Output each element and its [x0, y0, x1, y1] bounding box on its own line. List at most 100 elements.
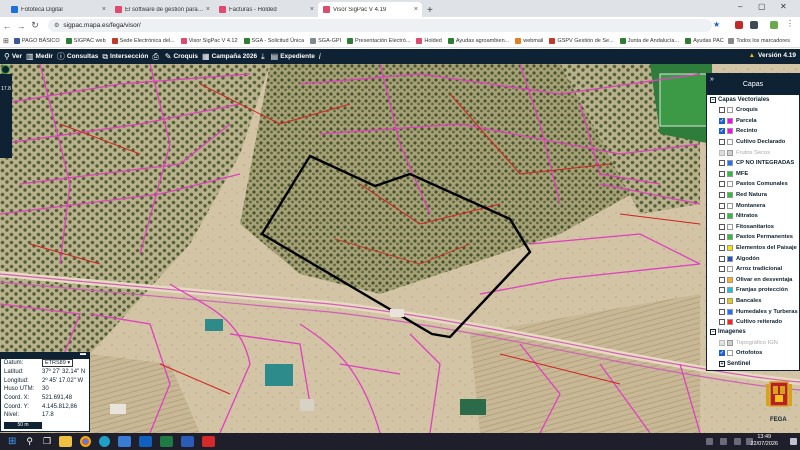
apps-grid-icon[interactable]: ⊞: [3, 37, 9, 45]
minimize-icon[interactable]: –: [738, 2, 742, 11]
sentinel-group[interactable]: + Sentinel: [707, 359, 799, 369]
toolbar-croquis-button[interactable]: ✎ Croquis: [165, 52, 198, 61]
taskbar-clock[interactable]: 13:49 22/07/2026: [750, 434, 778, 448]
layer-item[interactable]: CP NO INTEGRADAS: [707, 158, 799, 169]
close-tab-icon[interactable]: ×: [206, 6, 210, 13]
close-tab-icon[interactable]: ×: [310, 6, 314, 13]
layer-checkbox[interactable]: [719, 149, 725, 156]
bookmark-item[interactable]: Presentación Electró...: [347, 37, 410, 44]
network-icon[interactable]: [720, 438, 727, 445]
toolbar-help-button[interactable]: i: [319, 52, 323, 61]
layer-checkbox[interactable]: [719, 255, 725, 262]
layer-checkbox[interactable]: [719, 223, 725, 230]
layer-item[interactable]: Cultivo Declarado: [707, 137, 799, 148]
bookmark-item[interactable]: webmail: [515, 37, 543, 44]
layer-item[interactable]: Elementos del Paisaje: [707, 243, 799, 254]
datum-select[interactable]: ETRS89 ▾: [42, 359, 74, 368]
toolbar-medir-button[interactable]: ▥ Medir: [26, 52, 53, 61]
layer-checkbox[interactable]: ✓: [719, 350, 725, 357]
layer-item[interactable]: Fitosanitarios: [707, 222, 799, 233]
tab-fototeca[interactable]: Fototeca Digital ×: [6, 2, 110, 17]
layer-item[interactable]: ✓ Ortofotos: [707, 348, 799, 359]
bookmark-item[interactable]: SGA-GPI: [310, 37, 341, 44]
layer-checkbox[interactable]: ✓: [719, 128, 725, 135]
back-icon[interactable]: ←: [0, 21, 14, 31]
orthophoto-map[interactable]: [0, 64, 800, 433]
bookmark-item[interactable]: Junta de Andalucía...: [619, 37, 679, 44]
layer-item[interactable]: Pastos Permanentes: [707, 232, 799, 243]
file-explorer-icon[interactable]: [59, 436, 73, 447]
toolbar-consultas-button[interactable]: ⓘ Consultas: [57, 51, 98, 62]
word-icon[interactable]: [181, 436, 195, 447]
tab-visor-sigpac[interactable]: Visor SigPac V 4.19 ×: [318, 2, 422, 17]
maximize-icon[interactable]: ▢: [758, 2, 766, 11]
bookmark-star-icon[interactable]: ★: [713, 20, 720, 29]
task-view-icon[interactable]: ❐: [43, 436, 51, 447]
layer-item[interactable]: ✓ Topográfico IGN: [707, 337, 799, 348]
layer-checkbox[interactable]: [719, 245, 725, 252]
tab-software-gestion[interactable]: El software de gestión para py... ×: [110, 2, 214, 17]
close-window-icon[interactable]: ✕: [780, 2, 787, 11]
volume-icon[interactable]: [734, 438, 741, 445]
bookmark-item[interactable]: Ayudas PAC: [685, 37, 724, 44]
layer-checkbox[interactable]: [719, 266, 725, 273]
layer-item[interactable]: Franjas protección: [707, 285, 799, 296]
outlook-icon[interactable]: [139, 436, 153, 447]
toolbar-ver-button[interactable]: ⚲ Ver: [4, 52, 22, 61]
layer-checkbox[interactable]: [719, 287, 725, 294]
layer-item[interactable]: Olivar en desventaja: [707, 275, 799, 286]
map-viewport[interactable]: [0, 64, 800, 433]
extensions-puzzle-icon[interactable]: [770, 21, 778, 29]
layer-item[interactable]: Cultivo reiterado: [707, 317, 799, 328]
close-tab-icon[interactable]: ×: [414, 6, 418, 13]
extension-icon[interactable]: [750, 21, 758, 29]
bookmark-item[interactable]: Sede Electrónica del...: [111, 37, 175, 44]
layer-checkbox[interactable]: [719, 192, 725, 199]
chrome-icon[interactable]: [80, 436, 92, 447]
layer-item[interactable]: Algodón: [707, 253, 799, 264]
edge-icon[interactable]: [99, 436, 111, 447]
collapse-panel-icon[interactable]: »: [710, 69, 714, 91]
bookmark-item[interactable]: Ayudas agroambien...: [447, 37, 509, 44]
layer-item[interactable]: ✓ Parcela: [707, 116, 799, 127]
layer-item[interactable]: Pastos Comunales: [707, 179, 799, 190]
windows-start-icon[interactable]: ⊞: [8, 436, 16, 447]
layer-checkbox[interactable]: ✓: [719, 339, 725, 346]
tray-chevron-icon[interactable]: [706, 438, 713, 445]
store-icon[interactable]: [118, 436, 132, 447]
new-tab-button[interactable]: +: [422, 5, 438, 17]
url-input[interactable]: ⚙ sigpac.mapa.es/fega/visor/: [48, 19, 712, 32]
layer-item[interactable]: Arroz tradicional: [707, 264, 799, 275]
toolbar-expediente-button[interactable]: ▤ Expediente: [271, 52, 315, 61]
acrobat-icon[interactable]: [202, 436, 216, 447]
layer-item[interactable]: Humedales y Turberas: [707, 306, 799, 317]
bookmark-item[interactable]: PAGO BÁSICO: [13, 37, 60, 44]
toolbar-campana-button[interactable]: ▦ Campaña 2026: [202, 52, 257, 61]
layer-checkbox[interactable]: [719, 234, 725, 241]
bookmark-item[interactable]: Holded: [416, 37, 442, 44]
bookmark-item[interactable]: SIGPAC web: [65, 37, 106, 44]
vector-layers-group[interactable]: – Capas Vectoriales: [707, 95, 799, 105]
toolbar-print-button[interactable]: ⎙: [152, 52, 160, 62]
layer-checkbox[interactable]: [719, 202, 725, 209]
layer-item[interactable]: ✓ Recinto: [707, 126, 799, 137]
taskbar-search-icon[interactable]: ⚲: [26, 436, 33, 447]
layer-checkbox[interactable]: [719, 319, 725, 326]
all-bookmarks-button[interactable]: Todos los marcadores: [724, 37, 790, 44]
bookmark-item[interactable]: GSPV Gestión de Se...: [549, 37, 614, 44]
layer-item[interactable]: Bancales: [707, 296, 799, 307]
toolbar-interseccion-button[interactable]: ⧉ Intersección: [102, 52, 148, 62]
site-info-icon[interactable]: ⚙: [54, 22, 59, 29]
layer-checkbox[interactable]: [719, 181, 725, 188]
bookmark-item[interactable]: SGA - Solicitud Única: [243, 37, 304, 44]
toolbar-download-button[interactable]: ⤓: [261, 52, 267, 62]
layer-item[interactable]: Montanera: [707, 200, 799, 211]
layer-item[interactable]: Frutos Secos: [707, 147, 799, 158]
menu-dots-icon[interactable]: ⋮: [786, 19, 794, 28]
layer-checkbox[interactable]: [719, 170, 725, 177]
layer-checkbox[interactable]: [719, 139, 725, 146]
layer-checkbox[interactable]: [719, 276, 725, 283]
layer-item[interactable]: MFE: [707, 169, 799, 180]
layer-item[interactable]: Croquis: [707, 105, 799, 116]
tab-facturas-holded[interactable]: Facturas - Holded ×: [214, 2, 318, 17]
